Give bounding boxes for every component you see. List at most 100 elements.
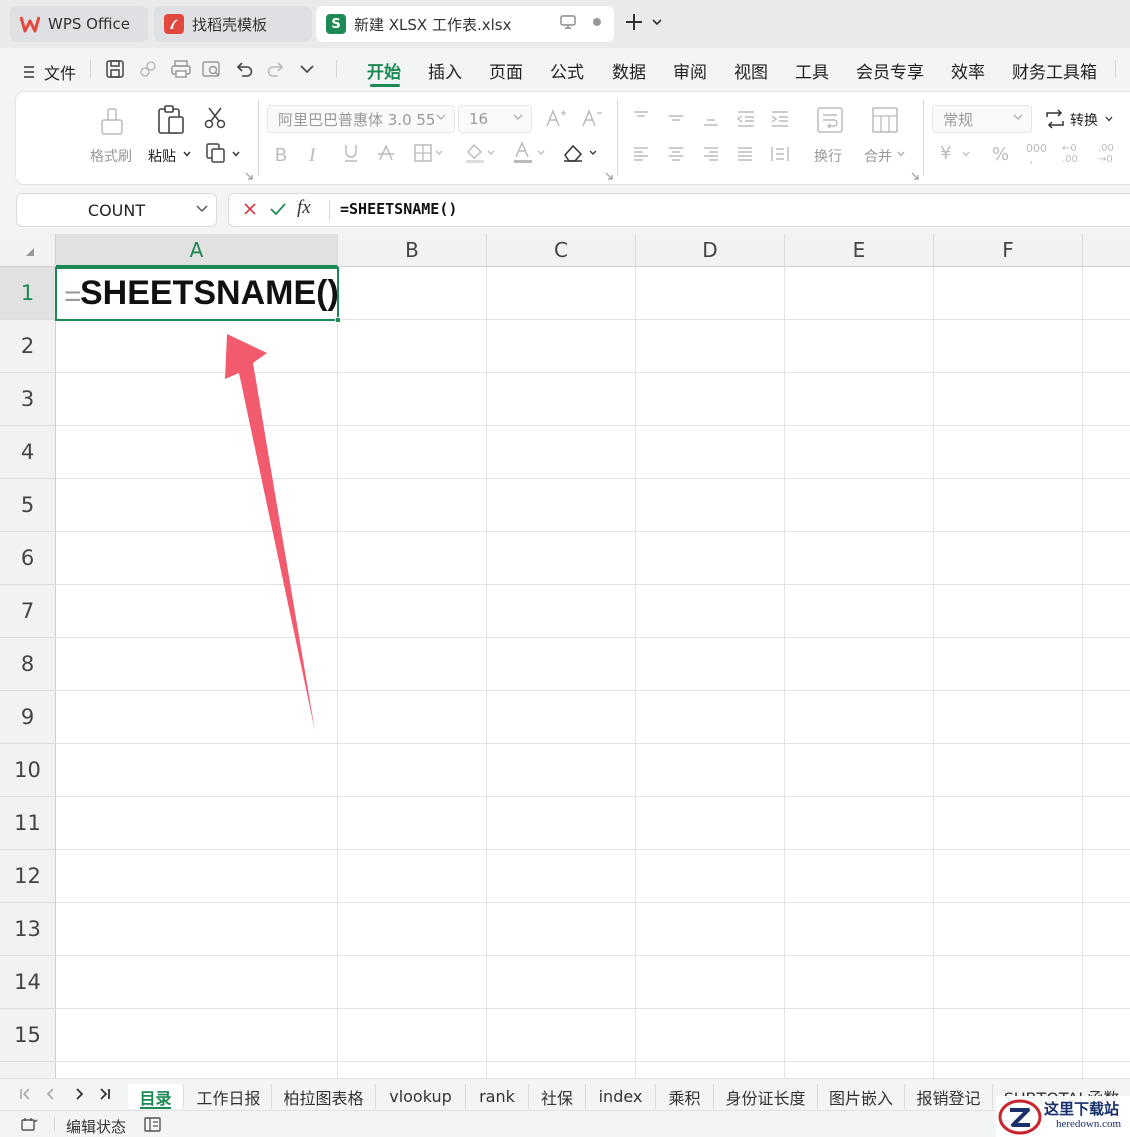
sheet-tab-index[interactable]: index [586,1084,656,1109]
cancel-edit-icon[interactable] [242,201,258,217]
column-header-c[interactable]: C [487,234,636,267]
number-format-select[interactable]: 常规 [932,105,1032,133]
percent-icon[interactable]: % [992,144,1009,165]
row-header-13[interactable]: 13 [0,903,56,956]
menu-tab-finance-toolbox[interactable]: 财务工具箱 [1012,58,1097,83]
merge-cells-icon[interactable] [871,106,899,134]
sheet-tab-social-security[interactable]: 社保 [529,1084,586,1109]
align-left-icon[interactable] [632,146,650,162]
column-header-b[interactable]: B [338,234,487,267]
macro-record-icon[interactable] [20,1116,38,1132]
copy-chevron-icon[interactable] [232,151,240,157]
redo-icon[interactable] [266,59,286,79]
convert-button[interactable]: 转换 [1070,110,1098,130]
font-launcher-icon[interactable] [605,172,613,180]
menu-tab-view[interactable]: 视图 [734,58,768,83]
row-header-5[interactable]: 5 [0,479,56,532]
row-header-16[interactable] [0,1062,56,1078]
decrease-decimal-icon[interactable]: .00 →0 [1098,143,1114,165]
quick-access-more-chevron-icon[interactable] [300,64,314,74]
wrap-text-icon[interactable] [816,106,844,134]
column-header-f[interactable]: F [934,234,1083,267]
row-header-15[interactable]: 15 [0,1009,56,1062]
last-sheet-icon[interactable] [98,1087,112,1101]
cell-row[interactable] [56,850,1130,903]
currency-icon[interactable]: ¥ [940,143,951,164]
undo-icon[interactable] [234,59,254,79]
merge-chevron-icon[interactable] [897,151,905,157]
increase-indent-icon[interactable] [770,110,790,128]
align-right-icon[interactable] [702,146,720,162]
sheet-tab-expense-register[interactable]: 报销登记 [905,1084,993,1109]
sheet-tab-image-embed[interactable]: 图片嵌入 [818,1084,905,1109]
print-preview-icon[interactable] [201,59,223,79]
monitor-icon[interactable] [560,15,576,29]
strikethrough-icon[interactable] [377,143,395,163]
thousands-separator-icon[interactable]: 000 , [1026,143,1047,165]
row-header-2[interactable]: 2 [0,320,56,373]
row-header-1[interactable]: 1 [0,267,56,320]
row-header-12[interactable]: 12 [0,850,56,903]
fill-color-icon[interactable] [464,142,496,164]
align-center-icon[interactable] [667,146,685,162]
format-painter-icon[interactable] [98,106,126,136]
row-header-11[interactable]: 11 [0,797,56,850]
column-header-g[interactable] [1083,234,1130,267]
formula-text[interactable]: =SHEETSNAME() [340,200,457,218]
clipboard-launcher-icon[interactable] [245,172,253,180]
menu-tab-efficiency[interactable]: 效率 [951,58,985,83]
chevron-down-icon[interactable] [196,205,208,213]
increase-decimal-icon[interactable]: ←0.00 [1062,143,1078,165]
menu-tab-review[interactable]: 审阅 [673,58,707,83]
menu-tab-tools[interactable]: 工具 [795,58,829,83]
decrease-indent-icon[interactable] [736,110,756,128]
currency-chevron-icon[interactable] [962,151,970,157]
row-header-7[interactable]: 7 [0,585,56,638]
align-top-icon[interactable] [632,110,650,124]
fill-handle[interactable] [335,317,341,323]
menu-tab-insert[interactable]: 插入 [428,58,462,83]
sheet-tab-rank[interactable]: rank [466,1084,529,1109]
file-menu-button[interactable]: 文件 [22,60,76,84]
share-icon[interactable] [138,59,158,79]
cut-icon[interactable] [203,106,227,130]
bold-icon[interactable]: B [275,145,287,166]
align-bottom-icon[interactable] [702,114,720,128]
sheet-tab-vlookup[interactable]: vlookup [376,1084,466,1109]
tab-template-store[interactable]: 找稻壳模板 [154,6,312,42]
column-header-e[interactable]: E [785,234,934,267]
sheet-tab-pareto[interactable]: 柏拉图表格 [272,1084,376,1109]
row-header-4[interactable]: 4 [0,426,56,479]
print-icon[interactable] [170,59,192,79]
cell-row[interactable] [56,1009,1130,1062]
save-icon[interactable] [104,59,126,79]
convert-chevron-icon[interactable] [1105,116,1113,122]
first-sheet-icon[interactable] [18,1087,32,1101]
justify-icon[interactable] [736,146,754,162]
row-header-14[interactable]: 14 [0,956,56,1009]
menu-tab-data[interactable]: 数据 [612,58,646,83]
menu-tab-home[interactable]: 开始 [367,58,401,83]
paste-button[interactable]: 粘贴 [148,146,176,166]
tab-document[interactable]: S 新建 XLSX 工作表.xlsx [316,6,614,42]
cell-row[interactable] [56,903,1130,956]
cell-row[interactable] [56,744,1130,797]
borders-icon[interactable] [414,144,444,162]
font-color-icon[interactable] [512,141,548,165]
clear-format-eraser-icon[interactable] [562,143,600,163]
status-panel-icon[interactable] [144,1117,162,1132]
sheet-tab-product[interactable]: 乘积 [656,1084,714,1109]
format-painter-label[interactable]: 格式刷 [90,146,132,166]
convert-icon[interactable] [1044,108,1066,130]
cell-a1-formula[interactable]: SHEETSNAME() [80,274,339,313]
distributed-align-icon[interactable] [770,145,790,163]
select-all-corner[interactable] [0,234,56,267]
align-middle-icon[interactable] [667,112,685,126]
cell-row[interactable] [56,797,1130,850]
row-header-9[interactable]: 9 [0,691,56,744]
new-tab-plus-icon[interactable] [624,12,644,32]
row-header-10[interactable]: 10 [0,744,56,797]
sheet-tab-daily-report[interactable]: 工作日报 [186,1084,272,1109]
unsaved-dot-icon[interactable] [592,17,602,27]
next-sheet-icon[interactable] [72,1087,86,1101]
